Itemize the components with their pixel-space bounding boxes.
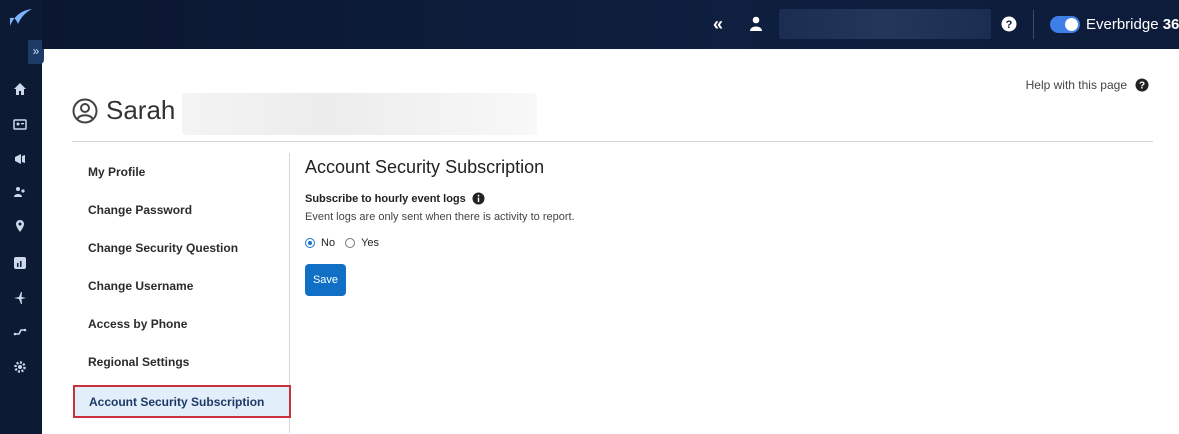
- svg-text:?: ?: [1006, 19, 1013, 31]
- subscription-note: Event logs are only sent when there is a…: [305, 211, 575, 223]
- menu-item-my-profile[interactable]: My Profile: [72, 153, 289, 191]
- settings-icon[interactable]: [9, 356, 31, 378]
- account-security-section: Account Security Subscription Subscribe …: [305, 157, 575, 296]
- menu-item-access-by-phone[interactable]: Access by Phone: [72, 305, 289, 343]
- help-link-label[interactable]: Help with this page: [1026, 78, 1127, 92]
- user-icon[interactable]: [747, 15, 765, 33]
- megaphone-icon[interactable]: [9, 148, 31, 170]
- radio-no[interactable]: [305, 238, 315, 248]
- location-pin-icon[interactable]: [9, 215, 31, 237]
- user-name-redacted[interactable]: [779, 9, 991, 39]
- brand-version: 360™: [1162, 16, 1179, 33]
- profile-side-menu: My Profile Change Password Change Securi…: [72, 153, 291, 433]
- info-icon[interactable]: [472, 192, 485, 205]
- dashboard-icon[interactable]: [9, 252, 31, 274]
- menu-item-change-password[interactable]: Change Password: [72, 191, 289, 229]
- help-circle-icon[interactable]: ?: [1135, 78, 1149, 92]
- brand-name: Everbridge: [1086, 16, 1159, 33]
- profile-name-redacted: [182, 93, 537, 135]
- radio-yes-label[interactable]: Yes: [361, 237, 379, 249]
- home-icon[interactable]: [9, 78, 31, 100]
- left-nav-rail: »: [0, 0, 44, 434]
- help-with-page-link[interactable]: Help with this page ?: [1026, 78, 1149, 92]
- collapse-panel-button[interactable]: «: [708, 14, 728, 34]
- question-label: Subscribe to hourly event logs: [305, 192, 466, 205]
- route-icon[interactable]: [9, 321, 31, 343]
- title-divider: [72, 141, 1153, 142]
- user-circle-icon: [72, 98, 98, 123]
- radio-no-label[interactable]: No: [321, 237, 335, 249]
- menu-item-change-username[interactable]: Change Username: [72, 267, 289, 305]
- people-icon[interactable]: [9, 181, 31, 203]
- subscription-question: Subscribe to hourly event logs: [305, 192, 575, 205]
- everbridge-360-toggle[interactable]: [1050, 16, 1080, 33]
- topbar-divider: [1033, 10, 1034, 39]
- svg-text:?: ?: [1139, 81, 1145, 92]
- top-bar: « ? Everbridge 360™: [42, 0, 1179, 49]
- page-title: Sarah: [72, 93, 537, 135]
- menu-item-account-security-subscription[interactable]: Account Security Subscription: [73, 385, 291, 418]
- subscription-radio-group: No Yes: [305, 237, 575, 249]
- save-button[interactable]: Save: [305, 264, 346, 296]
- section-heading: Account Security Subscription: [305, 157, 545, 177]
- menu-item-regional-settings[interactable]: Regional Settings: [72, 343, 289, 381]
- everbridge-logo-icon[interactable]: [8, 6, 34, 30]
- radio-yes[interactable]: [345, 238, 356, 248]
- plane-icon[interactable]: [9, 287, 31, 309]
- menu-item-change-security-question[interactable]: Change Security Question: [72, 229, 289, 267]
- brand-label: Everbridge 360™: [1086, 15, 1179, 34]
- help-icon[interactable]: ?: [1000, 15, 1018, 33]
- id-card-icon[interactable]: [9, 113, 31, 135]
- profile-first-name: Sarah: [106, 95, 176, 125]
